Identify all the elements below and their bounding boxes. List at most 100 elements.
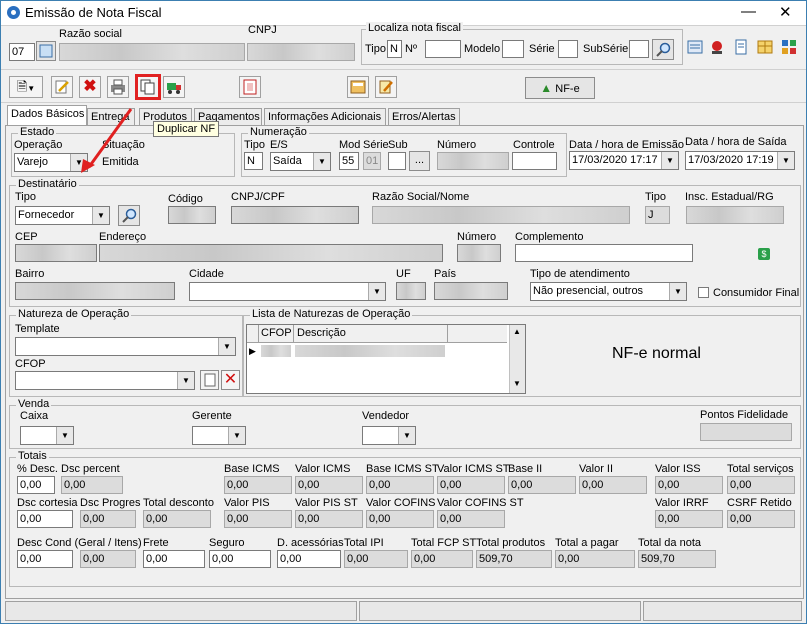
status-cell-2: [359, 601, 641, 621]
chevron-down-icon: ▼: [27, 84, 36, 93]
total-field-19[interactable]: 0,00: [17, 550, 73, 568]
total-field-22[interactable]: 0,00: [209, 550, 271, 568]
tooltip-duplicar: Duplicar NF: [153, 121, 220, 137]
edit-button[interactable]: [51, 76, 73, 98]
table-row[interactable]: ▶: [247, 343, 507, 359]
sub-label: Sub: [388, 139, 408, 151]
stamp-icon[interactable]: [709, 39, 725, 55]
numeracao-group: Numeração Tipo N E/S Saída ▼ Mod 55 Série…: [241, 126, 567, 177]
pais-field[interactable]: [434, 282, 508, 300]
venda-legend: Venda: [16, 398, 52, 410]
controle-field[interactable]: [512, 152, 557, 170]
document-icon[interactable]: [733, 39, 749, 55]
delete-button[interactable]: ✖: [79, 76, 101, 98]
company-code-field[interactable]: 07: [9, 43, 35, 61]
atendimento-select[interactable]: Não presencial, outros ▼: [530, 282, 687, 301]
total-field-23[interactable]: 0,00: [277, 550, 341, 568]
duplicate-button[interactable]: [135, 74, 161, 100]
consumidor-checkbox[interactable]: [698, 287, 709, 298]
nfe-button[interactable]: ▲ NF-e: [525, 77, 595, 99]
dest-search-button[interactable]: [118, 205, 140, 226]
scroll-up-icon[interactable]: ▲: [513, 327, 521, 336]
localiza-modelo-field[interactable]: [502, 40, 524, 58]
cep-field[interactable]: [15, 244, 97, 262]
es-select[interactable]: Saída ▼: [270, 152, 331, 171]
bairro-field[interactable]: [15, 282, 175, 300]
print-button[interactable]: [107, 76, 129, 98]
localiza-search-button[interactable]: [652, 39, 674, 60]
sub-field[interactable]: [388, 152, 406, 170]
cfop-clear-button[interactable]: ✕: [221, 370, 240, 390]
chevron-down-icon: ▼: [56, 427, 73, 444]
nfe-icon: ▲: [540, 81, 553, 95]
total-field-10[interactable]: 0,00: [17, 510, 73, 528]
emissao-label: Data / hora de Emissão: [569, 139, 684, 151]
pontos-field: [700, 423, 792, 441]
col-cfop[interactable]: CFOP: [261, 327, 292, 339]
company-lookup-button[interactable]: [36, 41, 56, 61]
localiza-num-field[interactable]: [425, 40, 461, 58]
template-label: Template: [15, 323, 60, 335]
cpf-field[interactable]: [231, 206, 359, 224]
col-descricao[interactable]: Descrição: [293, 325, 346, 342]
cidade-select[interactable]: ▼: [189, 282, 386, 301]
grid-icon[interactable]: [781, 39, 797, 55]
es-label: E/S: [270, 139, 288, 151]
cidade-label: Cidade: [189, 268, 224, 280]
chevron-down-icon: ▼: [218, 338, 235, 355]
mod-field[interactable]: 55: [339, 152, 359, 170]
uf-field[interactable]: [396, 282, 426, 300]
num-tipo-label: Tipo: [244, 139, 265, 151]
endereco-field[interactable]: [99, 244, 443, 262]
codigo-field[interactable]: [168, 206, 216, 224]
total-field-7: 0,00: [579, 476, 647, 494]
total-label-1: Dsc percent: [61, 463, 120, 475]
total-field-5: 0,00: [437, 476, 505, 494]
duplicate-icon: [140, 79, 155, 95]
total-field-18: 0,00: [727, 510, 795, 528]
table-icon[interactable]: [757, 39, 773, 55]
saida-select[interactable]: 17/03/2020 17:19 ▼: [685, 151, 795, 170]
total-field-21[interactable]: 0,00: [143, 550, 205, 568]
transport-button[interactable]: [163, 76, 185, 98]
cfop-select[interactable]: ▼: [15, 371, 195, 390]
dest-tipo-select[interactable]: Fornecedor ▼: [15, 206, 110, 225]
film-icon: [243, 79, 257, 95]
lista-group: Lista de Naturezas de Operação CFOP Desc…: [243, 308, 801, 397]
localiza-tipo-field[interactable]: N: [387, 40, 402, 58]
total-field-0[interactable]: 0,00: [17, 476, 55, 494]
destinatario-legend: Destinatário: [16, 178, 79, 190]
razao-label: Razão Social/Nome: [372, 191, 470, 203]
cfop-doc-button[interactable]: [200, 370, 219, 390]
total-label-22: Seguro: [209, 537, 245, 549]
scroll-down-icon[interactable]: ▼: [513, 379, 521, 388]
vendedor-select[interactable]: ▼: [362, 426, 416, 445]
close-icon[interactable]: ✕: [779, 3, 792, 21]
total-field-24: 0,00: [344, 550, 408, 568]
sub-ellipsis-button[interactable]: ...: [409, 151, 430, 171]
total-label-5: Valor ICMS ST: [437, 463, 510, 475]
new-button[interactable]: 🗎▼: [9, 76, 43, 98]
tab-informacoes-adicionais[interactable]: Informações Adicionais: [264, 108, 386, 125]
tab-erros-alertas[interactable]: Erros/Alertas: [388, 108, 460, 125]
localiza-subserie-field[interactable]: [629, 40, 649, 58]
gerente-select[interactable]: ▼: [192, 426, 246, 445]
emissao-select[interactable]: 17/03/2020 17:17 ▼: [569, 151, 679, 170]
total-field-1: 0,00: [61, 476, 123, 494]
attach-button[interactable]: [375, 76, 397, 98]
lista-scrollbar[interactable]: ▲ ▼: [509, 325, 525, 393]
calculator-button[interactable]: [347, 76, 369, 98]
complemento-field[interactable]: [515, 244, 693, 262]
num-tipo-field[interactable]: N: [244, 152, 263, 170]
destinatario-group: Destinatário Tipo Fornecedor ▼ Código CNP…: [9, 178, 801, 307]
film-button[interactable]: [239, 76, 261, 98]
localiza-serie-field[interactable]: [558, 40, 578, 58]
lista-grid[interactable]: CFOP Descrição ▶ ▲ ▼: [246, 324, 526, 394]
money-icon[interactable]: $: [758, 248, 770, 260]
minimize-icon[interactable]: —: [741, 3, 756, 20]
numero-dest-field[interactable]: [457, 244, 501, 262]
cpf-label: CNPJ/CPF: [231, 191, 285, 203]
caixa-select[interactable]: ▼: [20, 426, 74, 445]
list-icon[interactable]: [687, 39, 703, 55]
template-select[interactable]: ▼: [15, 337, 236, 356]
